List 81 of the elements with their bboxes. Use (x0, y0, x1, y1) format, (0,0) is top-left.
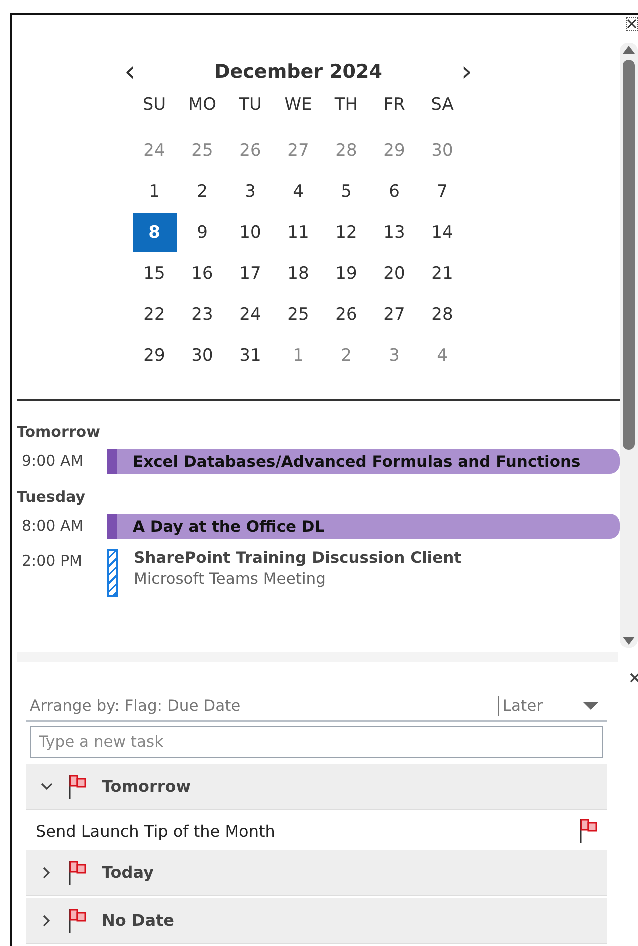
close-icon[interactable] (626, 17, 638, 31)
calendar-day[interactable]: 12 (324, 213, 368, 252)
calendar-day[interactable]: 30 (180, 336, 224, 375)
day-heading: Tomorrow (17, 423, 102, 441)
calendar-day[interactable]: 6 (372, 172, 416, 211)
new-task-field[interactable]: Type a new task (30, 726, 603, 758)
calendar-day[interactable]: 26 (324, 295, 368, 334)
calendar-day[interactable]: 3 (228, 172, 272, 211)
event-time: 2:00 PM (21, 551, 84, 570)
weekday-label: WE (284, 94, 314, 117)
calendar-day[interactable]: 1 (132, 172, 176, 211)
calendar-day[interactable]: 29 (372, 131, 416, 170)
calendar-day[interactable]: 10 (228, 213, 272, 252)
calendar-day[interactable]: 21 (420, 254, 464, 293)
calendar-day[interactable]: 11 (276, 213, 320, 252)
flag-icon[interactable] (68, 860, 88, 886)
calendar-day[interactable]: 30 (420, 131, 464, 170)
calendar-day[interactable]: 25 (180, 131, 224, 170)
calendar-day[interactable]: 4 (276, 172, 320, 211)
calendar-day[interactable]: 2 (180, 172, 224, 211)
calendar-day[interactable]: 31 (228, 336, 272, 375)
weekday-label: FR (382, 94, 406, 117)
scrollbar[interactable] (620, 43, 638, 648)
calendar-day[interactable]: 9 (180, 213, 224, 252)
calendar-day[interactable]: 29 (132, 336, 176, 375)
calendar-day[interactable]: 2 (324, 336, 368, 375)
group-label: Tomorrow (102, 777, 191, 796)
event-time: 8:00 AM (21, 516, 85, 535)
calendar-day[interactable]: 1 (276, 336, 320, 375)
calendar-day[interactable]: 13 (372, 213, 416, 252)
calendar-day[interactable]: 3 (372, 336, 416, 375)
scroll-down-icon[interactable] (623, 637, 635, 646)
weekday-label: SA (430, 94, 455, 117)
calendar-day[interactable]: 25 (276, 295, 320, 334)
close-icon[interactable] (630, 672, 638, 684)
calendar-day[interactable]: 23 (180, 295, 224, 334)
flag-icon[interactable] (68, 774, 88, 800)
next-month-button[interactable]: › (455, 58, 478, 86)
calendar-day[interactable]: 8 (132, 213, 176, 252)
group-label: No Date (102, 911, 175, 930)
task-title: Send Launch Tip of the Month (36, 822, 276, 840)
event-time: 9:00 AM (21, 451, 85, 470)
calendar-day[interactable]: 15 (132, 254, 176, 293)
month-title: December 2024 (214, 61, 382, 83)
calendar-day[interactable]: 7 (420, 172, 464, 211)
calendar-day[interactable]: 5 (324, 172, 368, 211)
arrange-by-label: Arrange by: Flag: Due Date (29, 697, 242, 715)
sort-dropdown[interactable]: Later (498, 696, 607, 716)
task-group-header[interactable]: Tomorrow (26, 764, 607, 810)
event-location: Microsoft Teams Meeting (134, 570, 327, 588)
calendar-day[interactable]: 4 (420, 336, 464, 375)
weekday-label: SU (142, 94, 168, 117)
calendar-day[interactable]: 19 (324, 254, 368, 293)
calendar-day[interactable]: 26 (228, 131, 272, 170)
calendar-day[interactable]: 24 (228, 295, 272, 334)
task-group-header[interactable]: Today (26, 850, 607, 896)
event-bar[interactable]: A Day at the Office DL (107, 514, 620, 539)
weekday-label: TU (238, 94, 263, 117)
calendar-day[interactable]: 22 (132, 295, 176, 334)
calendar-day[interactable]: 17 (228, 254, 272, 293)
calendar-day[interactable]: 18 (276, 254, 320, 293)
dropdown-icon (583, 702, 599, 710)
weekday-label: TH (334, 94, 360, 117)
calendar-day[interactable]: 24 (132, 131, 176, 170)
flag-icon[interactable] (579, 818, 599, 844)
day-heading: Tuesday (17, 488, 87, 506)
calendar-day[interactable]: 20 (372, 254, 416, 293)
calendar-day[interactable]: 28 (324, 131, 368, 170)
flag-icon[interactable] (68, 908, 88, 934)
calendar-day[interactable]: 27 (372, 295, 416, 334)
calendar-day[interactable]: 14 (420, 213, 464, 252)
calendar-day[interactable]: 27 (276, 131, 320, 170)
task-group-header[interactable]: No Date (26, 898, 607, 944)
scrollbar-thumb[interactable] (623, 60, 635, 450)
weekday-label: MO (187, 94, 218, 117)
calendar-day[interactable]: 16 (180, 254, 224, 293)
event-title[interactable]: SharePoint Training Discussion Client (134, 549, 462, 567)
calendar-day[interactable]: 28 (420, 295, 464, 334)
previous-month-button[interactable]: ‹ (118, 58, 142, 86)
event-bar[interactable]: Excel Databases/Advanced Formulas and Functions (107, 449, 620, 474)
group-label: Today (102, 863, 154, 882)
